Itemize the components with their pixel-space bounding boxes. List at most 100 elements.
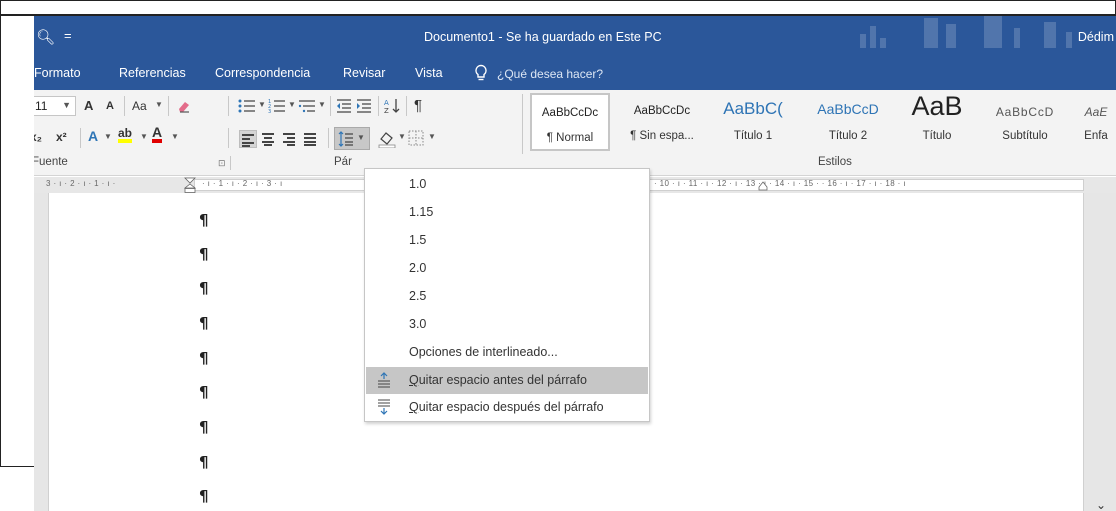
- font-size-value: 11: [35, 99, 48, 113]
- justify-button[interactable]: [302, 130, 320, 148]
- right-indent-marker-icon[interactable]: [758, 181, 768, 191]
- borders-icon[interactable]: [408, 130, 424, 146]
- line-spacing-option-2-0[interactable]: 2.0: [366, 255, 648, 282]
- chevron-down-icon: ▼: [171, 132, 179, 141]
- svg-text:Z: Z: [384, 107, 389, 115]
- style-sample: AaBbC(: [723, 99, 783, 118]
- style-normal[interactable]: AaBbCcDc ¶ Normal: [530, 93, 610, 151]
- font-dialog-launcher[interactable]: ⊡: [218, 158, 226, 169]
- space-before-icon: [378, 372, 390, 388]
- ribbon-tabs: Formato Referencias Correspondencia Revi…: [34, 56, 1116, 90]
- style-title[interactable]: AaB Título: [898, 91, 976, 151]
- separator: [522, 94, 523, 154]
- paragraph-mark: ¶: [199, 211, 209, 229]
- print-preview-icon[interactable]: 🔍︎: [36, 28, 55, 46]
- option-label: 1.15: [409, 205, 434, 219]
- user-name[interactable]: Dédim: [1078, 30, 1114, 44]
- styles-gallery: AaBbCcDc ¶ Normal AaBbCcDc ¶ Sin espa...…: [528, 91, 1116, 153]
- option-label: 2.0: [409, 261, 427, 275]
- separator: [378, 96, 379, 116]
- paragraph-mark: ¶: [199, 349, 209, 367]
- tab-vista[interactable]: Vista: [415, 66, 443, 80]
- chevron-down-icon: ▼: [398, 132, 406, 141]
- tell-me-search[interactable]: ¿Qué desea hacer?: [497, 67, 603, 81]
- title-bar: 🔍︎ = Documento1 - Se ha guardado en Este…: [34, 16, 1116, 56]
- qat-customize-dropdown[interactable]: =: [64, 28, 72, 43]
- text-effects-button[interactable]: A: [88, 128, 98, 144]
- style-sample: AaBbCcDc: [633, 105, 691, 117]
- style-name: Énfa: [1084, 130, 1108, 142]
- shrink-font-button[interactable]: A: [106, 100, 114, 112]
- option-label: uitar espacio antes del párrafo: [418, 373, 587, 387]
- increase-indent-icon[interactable]: [356, 98, 372, 114]
- document-title: Documento1 - Se ha guardado en Este PC: [424, 30, 662, 44]
- paragraph-mark: ¶: [199, 245, 209, 263]
- sort-icon[interactable]: AZ: [384, 97, 402, 115]
- line-spacing-option-3-0[interactable]: 3.0: [366, 311, 648, 338]
- group-label-paragraph: Pár: [334, 156, 352, 168]
- align-left-button[interactable]: [239, 130, 257, 148]
- style-heading-2[interactable]: AaBbCcD Título 2: [806, 93, 890, 151]
- clear-formatting-icon[interactable]: [176, 98, 192, 114]
- show-formatting-marks-button[interactable]: ¶: [414, 97, 422, 114]
- style-name: Título 2: [828, 130, 868, 142]
- line-spacing-option-1-5[interactable]: 1.5: [366, 227, 648, 254]
- option-label: 1.0: [409, 177, 427, 191]
- style-name: Título 1: [733, 130, 773, 142]
- chevron-down-icon: ▼: [140, 132, 148, 141]
- decrease-indent-icon[interactable]: [336, 98, 352, 114]
- line-spacing-options-item[interactable]: Opciones de interlineado...: [366, 339, 648, 366]
- tab-referencias[interactable]: Referencias: [119, 66, 186, 80]
- svg-text:A: A: [384, 99, 389, 107]
- svg-text:3: 3: [268, 109, 271, 114]
- remove-space-after-item[interactable]: Quitar espacio después del párrafo: [366, 394, 648, 421]
- indent-marker-icon[interactable]: [184, 177, 196, 193]
- style-subtitle[interactable]: AaBbCcD Subtítulo: [984, 93, 1066, 151]
- style-heading-1[interactable]: AaBbC( Título 1: [710, 93, 796, 151]
- numbering-icon[interactable]: 123: [268, 98, 286, 114]
- change-case-button[interactable]: Aa: [132, 99, 147, 113]
- align-center-button[interactable]: [260, 130, 278, 148]
- screenshot-frame: 🔍︎ = Documento1 - Se ha guardado en Este…: [0, 0, 1116, 511]
- style-emphasis[interactable]: AaE Énfa: [1076, 93, 1116, 151]
- remove-space-before-item[interactable]: Quitar espacio antes del párrafo: [366, 367, 648, 394]
- chevron-down-icon: ▼: [318, 100, 326, 109]
- line-spacing-button[interactable]: ▼: [334, 127, 370, 150]
- group-label-styles: Estilos: [818, 156, 852, 168]
- left-frame-border-bottom: [0, 466, 34, 467]
- tab-formato[interactable]: Formato: [34, 66, 81, 80]
- grow-font-button[interactable]: A: [84, 98, 93, 113]
- left-frame-border: [0, 16, 34, 467]
- align-right-button[interactable]: [281, 130, 299, 148]
- shading-icon[interactable]: [378, 130, 396, 148]
- style-sample: AaB: [911, 91, 963, 121]
- separator: [328, 128, 329, 148]
- style-name: Subtítulo: [1002, 130, 1048, 142]
- option-label: uitar espacio después del párrafo: [418, 400, 604, 414]
- font-color-button[interactable]: A: [152, 125, 163, 143]
- tab-revisar[interactable]: Revisar: [343, 66, 385, 80]
- title-bar-decoration: [854, 16, 1084, 56]
- separator: [80, 128, 81, 148]
- tab-correspondencia[interactable]: Correspondencia: [215, 66, 310, 80]
- font-size-combobox[interactable]: 11 ▼: [34, 96, 76, 116]
- superscript-button[interactable]: x²: [56, 130, 67, 144]
- paragraph-mark: ¶: [199, 383, 209, 401]
- multilevel-list-icon[interactable]: [298, 98, 316, 114]
- line-spacing-icon: [338, 131, 353, 147]
- line-spacing-option-2-5[interactable]: 2.5: [366, 283, 648, 310]
- separator: [406, 96, 407, 116]
- highlight-color-button[interactable]: ab: [118, 127, 133, 143]
- subscript-button[interactable]: x₂: [34, 130, 42, 144]
- style-name: Título: [922, 130, 952, 142]
- style-name: ¶ Sin espa...: [630, 130, 694, 142]
- line-spacing-option-1-15[interactable]: 1.15: [366, 199, 648, 226]
- paragraph-mark: ¶: [199, 279, 209, 297]
- style-no-spacing[interactable]: AaBbCcDc ¶ Sin espa...: [620, 93, 704, 151]
- separator: [228, 128, 229, 148]
- chevron-down-icon: ▼: [357, 133, 365, 142]
- style-sample: AaE: [1084, 105, 1108, 119]
- ribbon-home: 11 ▼ A A Aa ▼ x₂ x² A ▼ ab ▼ A ▼: [34, 90, 1116, 176]
- line-spacing-option-1-0[interactable]: 1.0: [366, 171, 648, 198]
- bullets-icon[interactable]: [238, 98, 256, 114]
